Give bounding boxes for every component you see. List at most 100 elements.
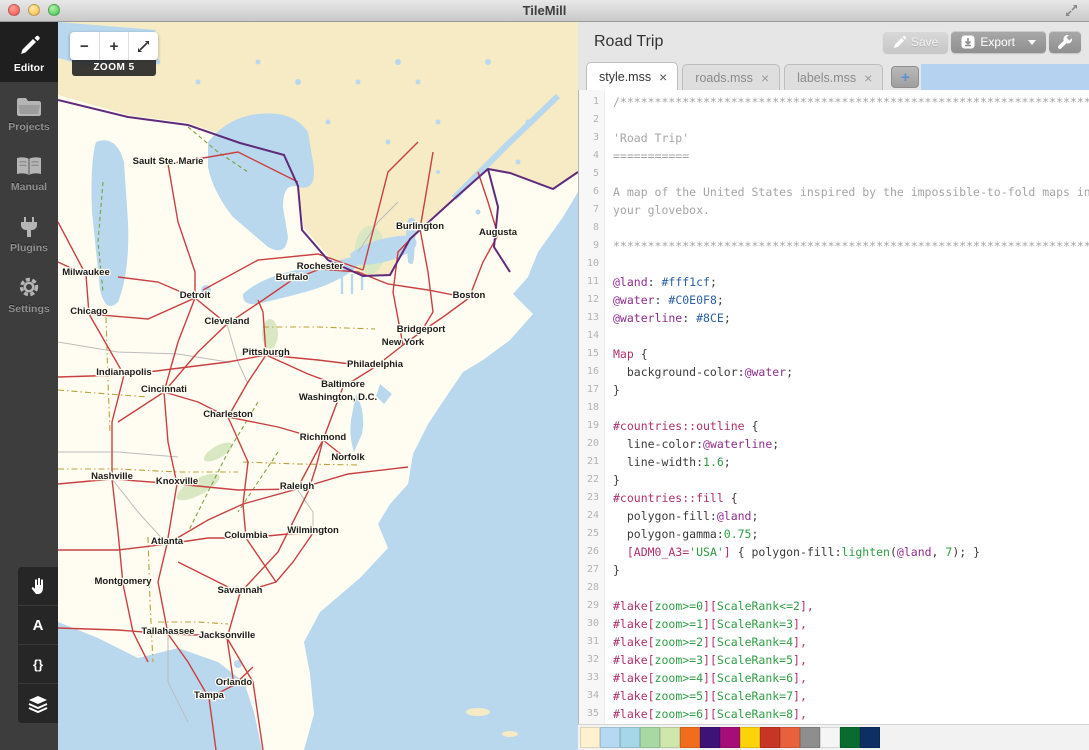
code-line[interactable]: #lake[zoom>=5][ScaleRank=7], [613, 687, 1089, 705]
city-label: Tampa [194, 690, 225, 701]
code-line[interactable]: Map { [613, 345, 1089, 363]
code-line[interactable]: /***************************************… [613, 93, 1089, 111]
code-line[interactable]: background-color:@water; [613, 363, 1089, 381]
code-line[interactable]: #lake[zoom>=1][ScaleRank=3], [613, 615, 1089, 633]
editor-panel: Road Trip Save Export style.mss × [578, 22, 1089, 750]
code-line[interactable]: @waterline: #8CE; [613, 309, 1089, 327]
sidebar-item-settings[interactable]: Settings [0, 262, 58, 322]
city-label: Indianapolis [96, 367, 151, 378]
sidebar-item-projects[interactable]: Projects [0, 82, 58, 142]
pencil-icon [16, 35, 42, 59]
code-line[interactable]: @land: #fff1cf; [613, 273, 1089, 291]
palette-swatch[interactable] [580, 727, 600, 748]
save-label: Save [911, 35, 938, 49]
palette-swatch[interactable] [640, 727, 660, 748]
sidebar-item-plugins[interactable]: Plugins [0, 202, 58, 262]
tab-roads-mss[interactable]: roads.mss × [682, 64, 780, 90]
palette-swatch[interactable] [700, 727, 720, 748]
code-line[interactable]: #lake[zoom>=3][ScaleRank=5], [613, 651, 1089, 669]
code-line[interactable]: } [613, 561, 1089, 579]
palette-swatch[interactable] [780, 727, 800, 748]
zoom-out-button[interactable]: − [70, 32, 100, 60]
code-line[interactable]: } [613, 471, 1089, 489]
zoom-in-button[interactable]: + [100, 32, 130, 60]
code-tool-button[interactable]: {} [18, 645, 58, 684]
code-line[interactable] [613, 255, 1089, 273]
save-button[interactable]: Save [883, 31, 948, 53]
code-line[interactable]: #lake[zoom>=0][ScaleRank<=2], [613, 597, 1089, 615]
palette-swatch[interactable] [720, 727, 740, 748]
code-line[interactable]: 'Road Trip' [613, 129, 1089, 147]
code-line[interactable]: [ADM0_A3='USA'] { polygon-fill:lighten(@… [613, 543, 1089, 561]
city-label: Savannah [218, 585, 263, 596]
sidebar-item-manual[interactable]: Manual [0, 142, 58, 202]
new-tab-button[interactable]: + [891, 66, 919, 88]
export-button[interactable]: Export [951, 31, 1046, 53]
city-label: Cincinnati [141, 384, 187, 395]
code-line[interactable]: line-color:@waterline; [613, 435, 1089, 453]
wrench-icon [1057, 34, 1073, 50]
close-window-button[interactable] [8, 4, 20, 16]
city-label: New York [382, 337, 425, 348]
close-icon[interactable]: × [659, 70, 667, 84]
city-label: Richmond [300, 432, 347, 443]
palette-swatch[interactable] [860, 727, 880, 748]
tab-labels-mss[interactable]: labels.mss × [784, 64, 883, 90]
code-line[interactable] [613, 399, 1089, 417]
palette-swatch[interactable] [660, 727, 680, 748]
fullscreen-icon[interactable] [1064, 4, 1079, 18]
code-line[interactable]: line-width:1.6; [613, 453, 1089, 471]
tab-label: roads.mss [695, 71, 753, 85]
download-icon [961, 35, 975, 49]
palette-swatch[interactable] [820, 727, 840, 748]
code-editor[interactable]: 1234567891011121314151617181920212223242… [578, 90, 1089, 724]
code-line[interactable]: A map of the United States inspired by t… [613, 183, 1089, 201]
close-icon[interactable]: × [864, 71, 872, 85]
palette-swatch[interactable] [740, 727, 760, 748]
city-label: Knoxville [156, 476, 198, 487]
chevron-down-icon[interactable] [1028, 40, 1036, 45]
code-line[interactable]: ****************************************… [613, 237, 1089, 255]
code-line[interactable] [613, 111, 1089, 129]
code-line[interactable]: #lake[zoom>=4][ScaleRank=6], [613, 669, 1089, 687]
minimize-window-button[interactable] [28, 4, 40, 16]
code-line[interactable]: } [613, 381, 1089, 399]
city-label: Orlando [216, 677, 253, 688]
code-line[interactable]: #countries::outline { [613, 417, 1089, 435]
zoom-window-button[interactable] [48, 4, 60, 16]
code-line[interactable] [613, 579, 1089, 597]
palette-swatch[interactable] [620, 727, 640, 748]
code-line[interactable]: @water: #C0E0F8; [613, 291, 1089, 309]
city-label: Milwaukee [62, 267, 110, 278]
code-line[interactable]: polygon-fill:@land; [613, 507, 1089, 525]
code-line[interactable]: your glovebox. [613, 201, 1089, 219]
code-line[interactable] [613, 219, 1089, 237]
zoom-extent-button[interactable] [129, 32, 158, 60]
palette-swatch[interactable] [680, 727, 700, 748]
palette-swatch[interactable] [840, 727, 860, 748]
plug-icon [16, 215, 42, 239]
map-canvas[interactable]: Sault Ste. MarieMilwaukeeChicagoDetroitC… [58, 22, 578, 750]
code-line[interactable] [613, 327, 1089, 345]
pan-tool-button[interactable] [18, 567, 58, 606]
code-line[interactable]: #countries::fill { [613, 489, 1089, 507]
close-icon[interactable]: × [761, 71, 769, 85]
code-line[interactable]: =========== [613, 147, 1089, 165]
code-line[interactable] [613, 165, 1089, 183]
font-tool-button[interactable]: A [18, 606, 58, 645]
palette-swatch[interactable] [760, 727, 780, 748]
city-label: Sault Ste. Marie [133, 156, 204, 167]
code-line[interactable]: #lake[zoom>=2][ScaleRank=4], [613, 633, 1089, 651]
sidebar-item-editor[interactable]: Editor [0, 22, 58, 82]
city-label: Pittsburgh [242, 347, 290, 358]
palette-swatch[interactable] [800, 727, 820, 748]
palette-swatch[interactable] [600, 727, 620, 748]
map-image: Sault Ste. MarieMilwaukeeChicagoDetroitC… [58, 22, 578, 750]
code-line[interactable]: #lake[zoom>=6][ScaleRank=8], [613, 705, 1089, 723]
city-label: Rochester [297, 261, 344, 272]
settings-wrench-button[interactable] [1049, 31, 1081, 53]
code-content[interactable]: /***************************************… [605, 90, 1089, 724]
layers-tool-button[interactable] [18, 684, 58, 723]
tab-style-mss[interactable]: style.mss × [586, 62, 678, 90]
code-line[interactable]: polygon-gamma:0.75; [613, 525, 1089, 543]
